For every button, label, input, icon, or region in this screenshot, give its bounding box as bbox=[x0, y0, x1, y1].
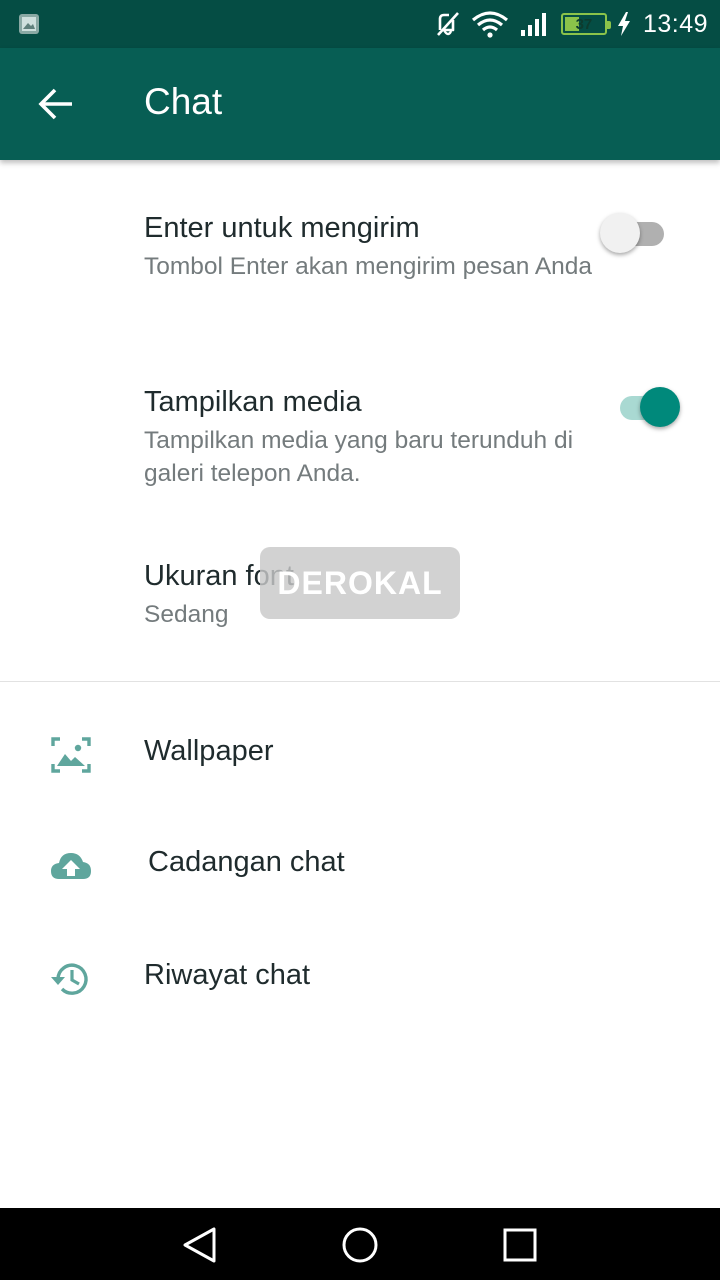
status-icons: 37 13:49 bbox=[435, 0, 708, 48]
menu-item-label: Riwayat chat bbox=[144, 959, 311, 991]
recents-square-icon[interactable] bbox=[501, 1226, 539, 1264]
settings-content: Enter untuk mengirim Tombol Enter akan m… bbox=[0, 160, 720, 1208]
cloud-upload-icon bbox=[51, 853, 91, 879]
status-bar: 37 13:49 bbox=[0, 0, 720, 48]
wallpaper-icon bbox=[51, 737, 91, 773]
status-time: 13:49 bbox=[642, 9, 708, 38]
menu-item-label: Cadangan chat bbox=[148, 846, 345, 878]
enter-to-send-toggle[interactable] bbox=[600, 211, 666, 257]
watermark-text: DEROKAL bbox=[277, 564, 443, 601]
battery-cap bbox=[606, 21, 611, 29]
menu-item-chat-backup[interactable]: Cadangan chat bbox=[0, 815, 720, 915]
vibrate-off-icon bbox=[436, 12, 459, 36]
app-bar: Chat bbox=[0, 48, 720, 160]
show-media-toggle[interactable] bbox=[614, 385, 680, 431]
gallery-notification-icon bbox=[19, 14, 39, 34]
setting-enter-to-send[interactable]: Enter untuk mengirim Tombol Enter akan m… bbox=[144, 210, 604, 283]
setting-description: Tombol Enter akan mengirim pesan Anda bbox=[144, 253, 593, 280]
menu-item-label: Wallpaper bbox=[144, 735, 274, 767]
section-divider bbox=[0, 681, 720, 682]
charging-icon bbox=[617, 12, 630, 36]
setting-show-media[interactable]: Tampilkan media Tampilkan media yang bar… bbox=[144, 384, 604, 490]
menu-item-chat-history[interactable]: Riwayat chat bbox=[0, 928, 720, 1028]
setting-description: Tampilkan media yang baru terunduh di ga… bbox=[144, 427, 574, 487]
wifi-icon bbox=[471, 11, 508, 38]
navigation-bar bbox=[0, 1208, 720, 1280]
signal-icon bbox=[520, 13, 546, 36]
watermark-logo: DEROKAL bbox=[260, 547, 460, 619]
setting-label: Tampilkan media bbox=[144, 386, 362, 418]
toggle-thumb bbox=[600, 213, 640, 253]
battery-level: 37 bbox=[575, 15, 593, 33]
arrow-left-icon[interactable] bbox=[36, 84, 76, 124]
battery-icon: 37 bbox=[560, 13, 611, 35]
setting-label: Enter untuk mengirim bbox=[144, 212, 420, 244]
page-title: Chat bbox=[144, 81, 223, 122]
back-triangle-icon[interactable] bbox=[181, 1226, 219, 1264]
home-circle-icon[interactable] bbox=[341, 1226, 379, 1264]
history-icon bbox=[51, 963, 88, 995]
menu-item-wallpaper[interactable]: Wallpaper bbox=[0, 704, 720, 804]
toggle-thumb bbox=[640, 387, 680, 427]
